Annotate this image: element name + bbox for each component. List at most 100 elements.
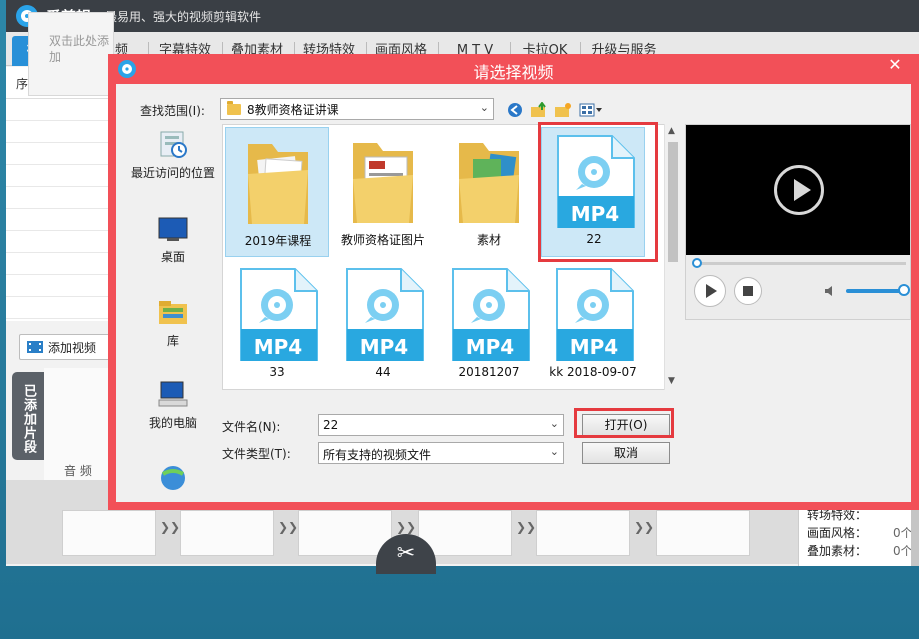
add-video-label: 添加视频 bbox=[48, 340, 97, 355]
file-type-badge: MP4 bbox=[359, 335, 409, 359]
file-item-mp4[interactable]: MP4 20181207 bbox=[437, 261, 541, 391]
dialog-titlebar: 请选择视频 ✕ bbox=[108, 54, 919, 84]
timeline-slot[interactable] bbox=[536, 510, 630, 556]
chevron-down-icon: ⌄ bbox=[549, 445, 559, 458]
info-label: 叠加素材： bbox=[807, 544, 868, 558]
add-video-button[interactable]: 添加视频 bbox=[19, 334, 116, 360]
computer-icon bbox=[157, 380, 189, 410]
scroll-down-icon[interactable]: ▼ bbox=[668, 376, 675, 386]
place-recent[interactable]: 最近访问的位置 bbox=[126, 128, 220, 182]
place-network[interactable] bbox=[126, 460, 220, 490]
file-name-label: 文件名(N): bbox=[222, 420, 281, 434]
place-desktop[interactable]: 桌面 bbox=[126, 216, 220, 266]
info-row-picture-style: 画面风格：0个画面 bbox=[807, 524, 919, 541]
file-name: 33 bbox=[269, 365, 285, 379]
up-folder-icon[interactable] bbox=[530, 101, 548, 119]
file-name: kk 2018-09-07 bbox=[549, 365, 637, 379]
new-folder-icon[interactable] bbox=[554, 101, 572, 119]
stop-button[interactable] bbox=[734, 277, 762, 305]
play-icon[interactable] bbox=[774, 165, 824, 215]
place-library[interactable]: 库 bbox=[126, 296, 220, 350]
file-list-view[interactable]: 2019年课程 教师资格证图片 素材 MP4 22 MP4 33 MP4 44 … bbox=[222, 124, 680, 390]
place-label: 我的电脑 bbox=[148, 416, 197, 430]
list-item bbox=[6, 99, 116, 121]
cancel-button[interactable]: 取消 bbox=[582, 442, 670, 464]
place-label: 库 bbox=[166, 334, 179, 348]
network-icon bbox=[157, 460, 189, 490]
chevron-down-icon[interactable]: ⌄ bbox=[550, 417, 559, 430]
audio-track-label: 音 频 bbox=[64, 464, 92, 478]
scroll-up-icon[interactable]: ▲ bbox=[668, 126, 675, 136]
list-item bbox=[6, 297, 116, 319]
seek-bar[interactable] bbox=[694, 262, 906, 265]
view-menu-icon[interactable] bbox=[578, 101, 604, 119]
add-clip-hint-text: 双击此处添加 bbox=[49, 34, 110, 64]
folder-icon bbox=[248, 144, 308, 224]
list-item bbox=[6, 275, 116, 297]
list-item bbox=[6, 143, 116, 165]
timeline-slot[interactable] bbox=[298, 510, 392, 556]
file-list-scrollbar[interactable]: ▲ ▼ bbox=[664, 124, 680, 390]
file-name-input[interactable]: 22 ⌄ bbox=[318, 414, 564, 436]
scroll-thumb[interactable] bbox=[668, 142, 678, 262]
video-preview-panel bbox=[685, 124, 911, 320]
timeline-slot[interactable] bbox=[62, 510, 156, 556]
transition-arrow-icon: ❯❯ bbox=[278, 520, 299, 534]
file-name-value: 22 bbox=[323, 418, 339, 432]
app-titlebar: 爱剪辑 最易用、强大的视频剪辑软件 bbox=[6, 0, 919, 32]
folder-icon bbox=[353, 143, 413, 223]
list-item bbox=[6, 209, 116, 231]
places-bar: 最近访问的位置 桌面 库 我的电脑 bbox=[126, 124, 220, 494]
place-computer[interactable]: 我的电脑 bbox=[126, 380, 220, 432]
app-slogan: 最易用、强大的视频剪辑软件 bbox=[105, 9, 262, 24]
folder-icon bbox=[459, 143, 519, 223]
file-name: 2019年课程 bbox=[244, 234, 312, 248]
preview-screen bbox=[686, 125, 910, 255]
chevron-down-icon: ⌄ bbox=[479, 101, 489, 114]
dialog-title: 请选择视频 bbox=[473, 63, 554, 82]
file-item-mp4[interactable]: MP4 22 bbox=[541, 127, 645, 257]
volume-icon[interactable] bbox=[824, 285, 838, 297]
close-icon[interactable]: ✕ bbox=[871, 54, 919, 78]
clip-list[interactable] bbox=[6, 99, 116, 321]
transition-arrow-icon: ❯❯ bbox=[396, 520, 417, 534]
seek-handle[interactable] bbox=[692, 258, 702, 268]
desktop-icon bbox=[157, 216, 189, 244]
file-type-badge: MP4 bbox=[465, 335, 515, 359]
look-in-dropdown[interactable]: 8教师资格证讲课 ⌄ bbox=[220, 98, 494, 120]
file-item-mp4[interactable]: MP4 33 bbox=[225, 261, 329, 391]
look-in-value: 8教师资格证讲课 bbox=[247, 102, 339, 117]
added-clips-badge: 已添加片段 bbox=[12, 372, 44, 460]
folder-icon bbox=[227, 100, 241, 115]
file-name: 20181207 bbox=[458, 365, 520, 379]
list-item bbox=[6, 121, 116, 143]
volume-slider[interactable] bbox=[846, 289, 906, 293]
transition-arrow-icon: ❯❯ bbox=[634, 520, 655, 534]
timeline-slot[interactable] bbox=[180, 510, 274, 556]
transition-arrow-icon: ❯❯ bbox=[160, 520, 181, 534]
file-type-dropdown[interactable]: 所有支持的视频文件 ⌄ bbox=[318, 442, 564, 464]
back-icon[interactable] bbox=[506, 101, 524, 119]
file-item-folder[interactable]: 教师资格证图片 bbox=[331, 127, 435, 257]
recent-places-icon bbox=[157, 128, 189, 160]
info-label: 画面风格： bbox=[807, 526, 868, 540]
file-item-folder[interactable]: 素材 bbox=[437, 127, 541, 257]
select-video-dialog: 请选择视频 ✕ 查找范围(I): 8教师资格证讲课 ⌄ 最近访问的位置 桌面 库… bbox=[108, 54, 919, 510]
play-button[interactable] bbox=[694, 275, 726, 307]
list-item bbox=[6, 253, 116, 275]
look-in-label: 查找范围(I): bbox=[140, 104, 205, 118]
file-item-mp4[interactable]: MP4 44 bbox=[331, 261, 435, 391]
open-button[interactable]: 打开(O) bbox=[582, 414, 670, 436]
file-name: 素材 bbox=[476, 233, 501, 247]
add-clip-hint[interactable]: 双击此处添加 bbox=[28, 12, 114, 96]
file-item-mp4[interactable]: MP4 kk 2018-09-07 bbox=[541, 261, 645, 391]
list-item bbox=[6, 231, 116, 253]
volume-handle[interactable] bbox=[898, 284, 910, 296]
dialog-body: 查找范围(I): 8教师资格证讲课 ⌄ 最近访问的位置 桌面 库 我的电脑 20… bbox=[116, 84, 911, 502]
timeline-slot[interactable] bbox=[656, 510, 750, 556]
list-item bbox=[6, 165, 116, 187]
file-type-badge: MP4 bbox=[253, 335, 303, 359]
info-label: 转场特效： bbox=[807, 508, 868, 522]
file-item-folder[interactable]: 2019年课程 bbox=[225, 127, 329, 257]
file-type-value: 所有支持的视频文件 bbox=[323, 448, 432, 462]
